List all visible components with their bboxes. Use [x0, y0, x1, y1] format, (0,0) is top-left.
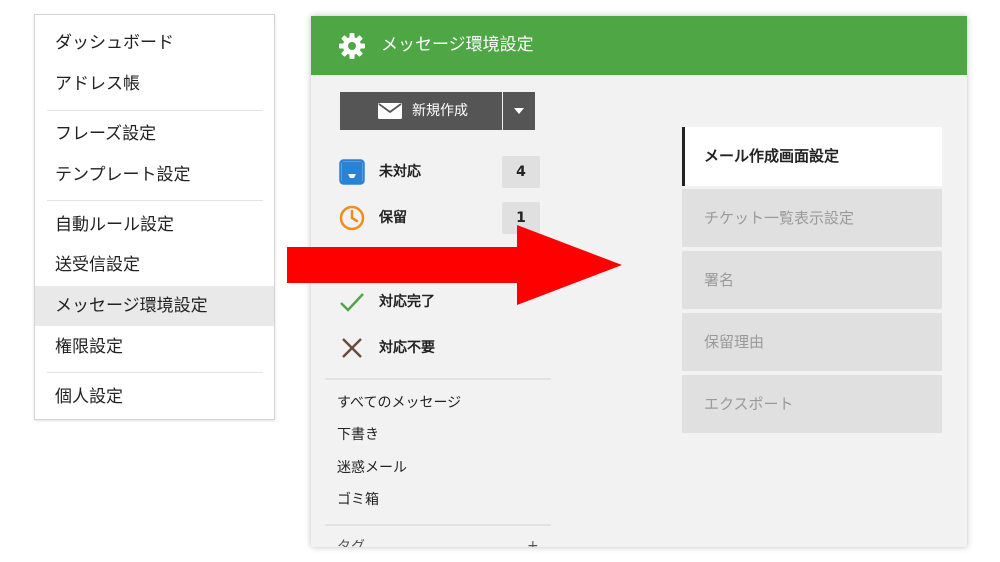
folder-count-badge: 4 — [502, 156, 540, 188]
compose-dropdown-button[interactable] — [503, 92, 535, 130]
menu-divider — [47, 200, 263, 201]
link-spam[interactable]: 迷惑メール — [337, 458, 407, 478]
caret-down-icon — [514, 108, 524, 114]
annotation-arrow — [287, 225, 622, 305]
menu-item-send-receive-settings[interactable]: 送受信設定 — [35, 245, 274, 285]
menu-item-personal-settings[interactable]: 個人設定 — [35, 377, 274, 417]
tab-signature[interactable]: 署名 — [682, 251, 942, 309]
section-divider — [325, 378, 551, 380]
menu-item-phrase-settings[interactable]: フレーズ設定 — [35, 114, 274, 154]
folder-unhandled[interactable]: 未対応 4 — [339, 154, 544, 190]
new-message-label: 新規作成 — [412, 103, 468, 119]
tab-mail-compose-settings[interactable]: メール作成画面設定 — [682, 127, 942, 186]
menu-item-dashboard[interactable]: ダッシュボード — [35, 23, 274, 63]
mail-icon — [378, 103, 402, 119]
folder-label: 未対応 — [379, 164, 421, 180]
menu-item-auto-rule-settings[interactable]: 自動ルール設定 — [35, 205, 274, 245]
folder-not-required[interactable]: 対応不要 — [339, 330, 544, 366]
page-header: メッセージ環境設定 — [311, 16, 967, 75]
tab-hold-reasons[interactable]: 保留理由 — [682, 313, 942, 371]
menu-item-template-settings[interactable]: テンプレート設定 — [35, 155, 274, 195]
inbox-icon — [339, 159, 365, 185]
menu-item-address-book[interactable]: アドレス帳 — [35, 64, 274, 104]
page-title: メッセージ環境設定 — [381, 35, 534, 55]
link-all-messages[interactable]: すべてのメッセージ — [337, 393, 461, 413]
gear-icon — [339, 33, 365, 59]
add-tag-icon[interactable]: + — [527, 536, 539, 547]
x-icon — [342, 338, 362, 358]
settings-dropdown-menu: ダッシュボード アドレス帳 フレーズ設定 テンプレート設定 自動ルール設定 送受… — [34, 14, 275, 420]
section-divider — [325, 524, 551, 526]
tab-ticket-list-settings[interactable]: チケット一覧表示設定 — [682, 189, 942, 247]
folder-label: 対応不要 — [379, 340, 435, 356]
link-trash[interactable]: ゴミ箱 — [337, 490, 379, 510]
tags-section-label[interactable]: タグ — [337, 537, 365, 547]
tab-export[interactable]: エクスポート — [682, 375, 942, 433]
new-message-button[interactable]: 新規作成 — [340, 92, 502, 130]
menu-divider — [47, 372, 263, 373]
menu-item-permission-settings[interactable]: 権限設定 — [35, 327, 274, 367]
link-drafts[interactable]: 下書き — [337, 425, 379, 445]
menu-divider — [47, 110, 263, 111]
menu-item-message-environment-settings[interactable]: メッセージ環境設定 — [35, 286, 274, 326]
